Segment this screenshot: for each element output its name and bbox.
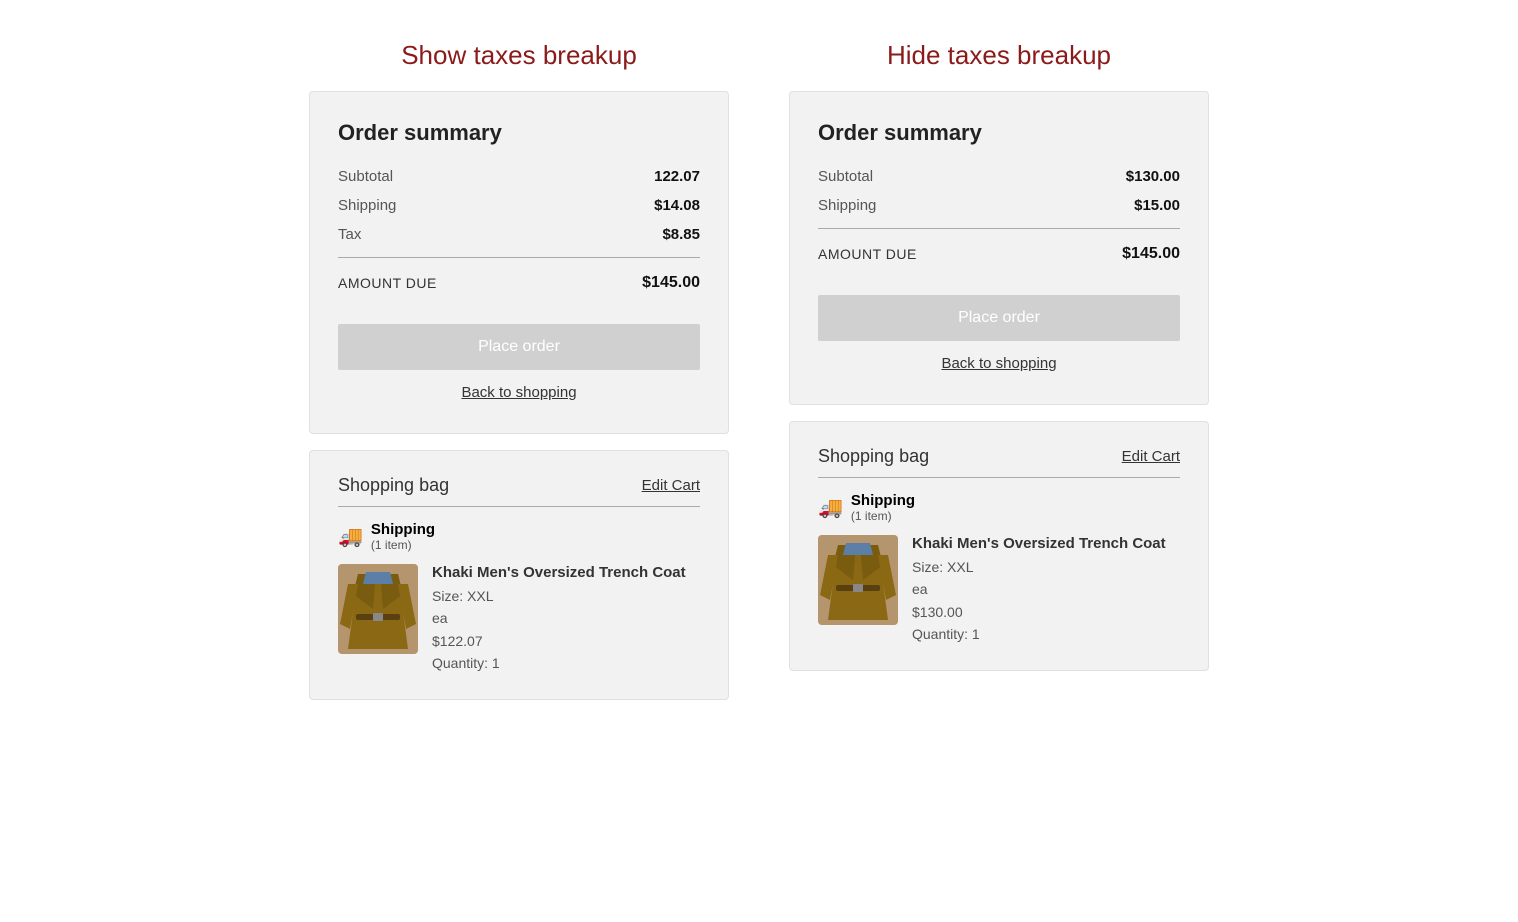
left-divider [338, 257, 700, 258]
right-product-unit: ea [912, 581, 928, 597]
left-subtotal-row: Subtotal 122.07 [338, 162, 700, 191]
left-bag-divider [338, 506, 700, 507]
left-shipping-value: $14.08 [654, 197, 700, 214]
right-product-quantity: Quantity: 1 [912, 626, 980, 642]
left-amount-due-label: AMOUNT DUE [338, 275, 437, 291]
right-amount-due-label: AMOUNT DUE [818, 246, 917, 262]
left-product-name: Khaki Men's Oversized Trench Coat [432, 564, 686, 581]
right-product-info: Size: XXL ea $130.00 Quantity: 1 [912, 556, 1166, 646]
left-subtotal-label: Subtotal [338, 168, 393, 185]
right-panel-title: Hide taxes breakup [887, 40, 1111, 71]
right-divider [818, 228, 1180, 229]
left-shipping-items-count: (1 item) [371, 538, 435, 552]
right-product-price: $130.00 [912, 604, 963, 620]
left-shopping-bag-header: Shopping bag Edit Cart [338, 475, 700, 496]
left-shopping-bag-title: Shopping bag [338, 475, 449, 496]
left-product-row: Khaki Men's Oversized Trench Coat Size: … [338, 564, 700, 675]
right-shopping-bag-panel: Shopping bag Edit Cart 🚚 Shipping (1 ite… [789, 421, 1209, 671]
right-place-order-button[interactable]: Place order [818, 295, 1180, 341]
left-edit-cart-link[interactable]: Edit Cart [642, 477, 700, 494]
right-product-name: Khaki Men's Oversized Trench Coat [912, 535, 1166, 552]
right-amount-due-row: AMOUNT DUE $145.00 [818, 237, 1180, 271]
left-tax-value: $8.85 [662, 226, 700, 243]
left-product-info: Size: XXL ea $122.07 Quantity: 1 [432, 585, 686, 675]
left-shipping-truck-icon: 🚚 [338, 524, 363, 549]
right-bag-divider [818, 477, 1180, 478]
right-amount-due-value: $145.00 [1122, 245, 1180, 263]
left-shipping-row: Shipping $14.08 [338, 191, 700, 220]
left-place-order-button[interactable]: Place order [338, 324, 700, 370]
right-shipping-truck-icon: 🚚 [818, 495, 843, 520]
right-subtotal-row: Subtotal $130.00 [818, 162, 1180, 191]
left-product-price: $122.07 [432, 633, 483, 649]
right-shipping-label-text: Shipping [851, 492, 915, 509]
left-shipping-info-row: 🚚 Shipping (1 item) [338, 521, 700, 552]
left-panel-wrapper: Show taxes breakup Order summary Subtota… [309, 40, 729, 700]
left-subtotal-value: 122.07 [654, 168, 700, 185]
left-amount-due-value: $145.00 [642, 274, 700, 292]
left-tax-row: Tax $8.85 [338, 220, 700, 249]
right-product-image [818, 535, 898, 625]
right-shipping-row: Shipping $15.00 [818, 191, 1180, 220]
right-shipping-items-count: (1 item) [851, 509, 915, 523]
right-product-row: Khaki Men's Oversized Trench Coat Size: … [818, 535, 1180, 646]
left-order-summary-panel: Order summary Subtotal 122.07 Shipping $… [309, 91, 729, 434]
right-subtotal-label: Subtotal [818, 168, 873, 185]
left-shipping-label: Shipping [338, 197, 396, 214]
right-back-to-shopping-link[interactable]: Back to shopping [818, 355, 1180, 372]
left-panel-title: Show taxes breakup [401, 40, 637, 71]
left-product-quantity: Quantity: 1 [432, 655, 500, 671]
right-shopping-bag-header: Shopping bag Edit Cart [818, 446, 1180, 467]
left-product-details: Khaki Men's Oversized Trench Coat Size: … [432, 564, 686, 675]
right-shopping-bag-title: Shopping bag [818, 446, 929, 467]
right-panel-wrapper: Hide taxes breakup Order summary Subtota… [789, 40, 1209, 671]
left-tax-label: Tax [338, 226, 361, 243]
right-subtotal-value: $130.00 [1126, 168, 1180, 185]
right-order-summary-panel: Order summary Subtotal $130.00 Shipping … [789, 91, 1209, 405]
left-product-unit: ea [432, 610, 448, 626]
left-shipping-label-text: Shipping [371, 521, 435, 538]
right-shipping-label: Shipping [818, 197, 876, 214]
left-product-size: Size: XXL [432, 588, 493, 604]
left-order-summary-heading: Order summary [338, 120, 700, 146]
left-shopping-bag-panel: Shopping bag Edit Cart 🚚 Shipping (1 ite… [309, 450, 729, 700]
left-amount-due-row: AMOUNT DUE $145.00 [338, 266, 700, 300]
right-order-summary-heading: Order summary [818, 120, 1180, 146]
right-shipping-value: $15.00 [1134, 197, 1180, 214]
right-product-size: Size: XXL [912, 559, 973, 575]
left-back-to-shopping-link[interactable]: Back to shopping [338, 384, 700, 401]
right-product-details: Khaki Men's Oversized Trench Coat Size: … [912, 535, 1166, 646]
right-edit-cart-link[interactable]: Edit Cart [1122, 448, 1180, 465]
left-product-image [338, 564, 418, 654]
right-shipping-info-row: 🚚 Shipping (1 item) [818, 492, 1180, 523]
